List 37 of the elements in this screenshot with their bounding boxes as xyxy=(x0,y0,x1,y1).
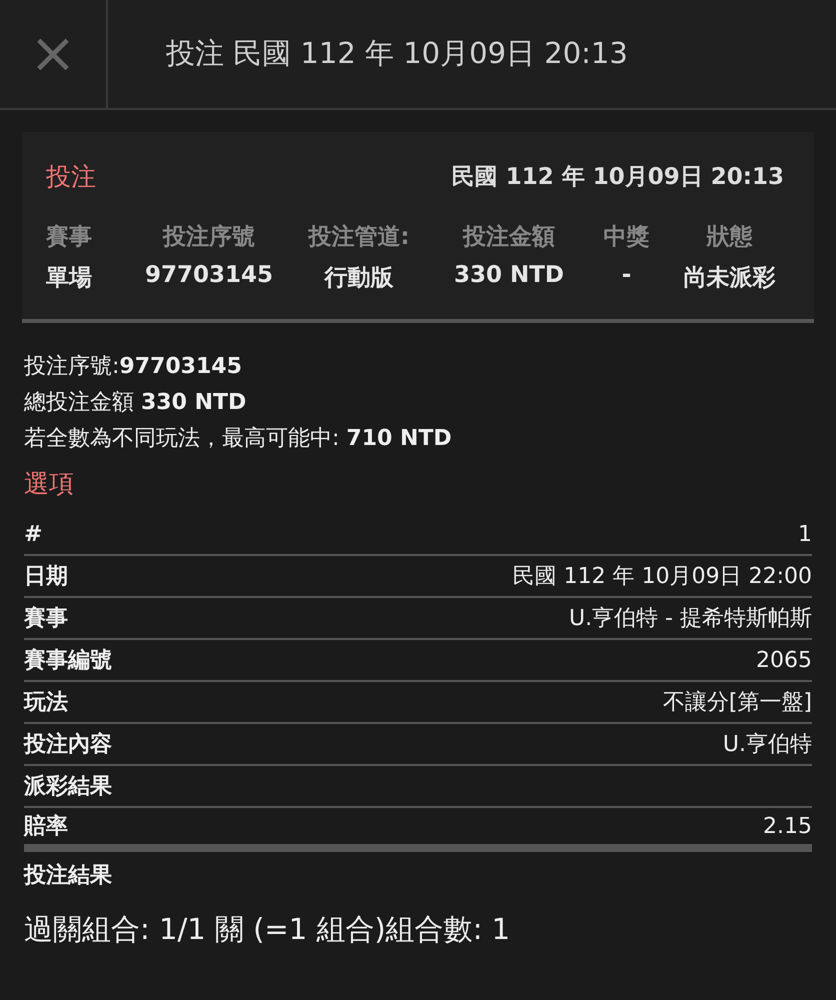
row-value: 2.15 xyxy=(763,814,812,838)
combo-summary: 過關組合: 1/1 關 (=1 組合)組合數: 1 xyxy=(24,911,512,948)
row-value: 2065 xyxy=(756,648,812,672)
table-cell-text: 尚未派彩 xyxy=(682,264,776,293)
table-cell-text: 行動版 xyxy=(323,264,394,293)
table-cell-text: 97703145 xyxy=(144,262,274,290)
summary-line: 若全數為不同玩法，最高可能中: 710 NTD xyxy=(24,425,453,453)
row-value: U.亨伯特 xyxy=(722,731,812,759)
bet-date: 民國 112 年 10月09日 20:13 xyxy=(452,163,784,192)
row-label: # xyxy=(24,522,42,546)
row-label: 派彩結果 xyxy=(24,773,112,801)
section-label: 投注 xyxy=(46,161,96,193)
column-header: 投注金額 xyxy=(461,223,556,252)
column-header: 投注序號 xyxy=(161,223,256,252)
summary-line: 總投注金額 330 NTD xyxy=(24,389,248,417)
row-value: 民國 112 年 10月09日 22:00 xyxy=(512,563,812,591)
close-button[interactable]: × xyxy=(0,0,108,108)
row-label: 投注內容 xyxy=(24,730,112,759)
row-label: 賠率 xyxy=(24,812,68,841)
column-header: 投注管道: xyxy=(306,223,411,252)
table-cell-text: - xyxy=(620,262,632,290)
column-header: 賽事 xyxy=(46,223,93,252)
table-cell-text: 單場 xyxy=(46,264,93,293)
summary-line: 投注序號:97703145 xyxy=(24,353,243,381)
row-label: 賽事編號 xyxy=(24,647,112,675)
row-label: 賽事 xyxy=(24,605,68,633)
row-value: 不讓分[第一盤] xyxy=(662,689,812,717)
row-value: 1 xyxy=(798,522,812,546)
page-title: 投注 民國 112 年 10月09日 20:13 xyxy=(166,35,628,72)
row-value: U.亨伯特 - 提希特斯帕斯 xyxy=(568,605,812,633)
row-label: 玩法 xyxy=(24,689,68,717)
column-header: 狀態 xyxy=(705,223,754,252)
row-label: 日期 xyxy=(24,563,68,591)
row-label: 投注結果 xyxy=(24,862,113,890)
column-header: 中獎 xyxy=(602,223,650,252)
section-label: 選項 xyxy=(24,468,75,500)
table-cell-text: 330 NTD xyxy=(452,262,566,290)
